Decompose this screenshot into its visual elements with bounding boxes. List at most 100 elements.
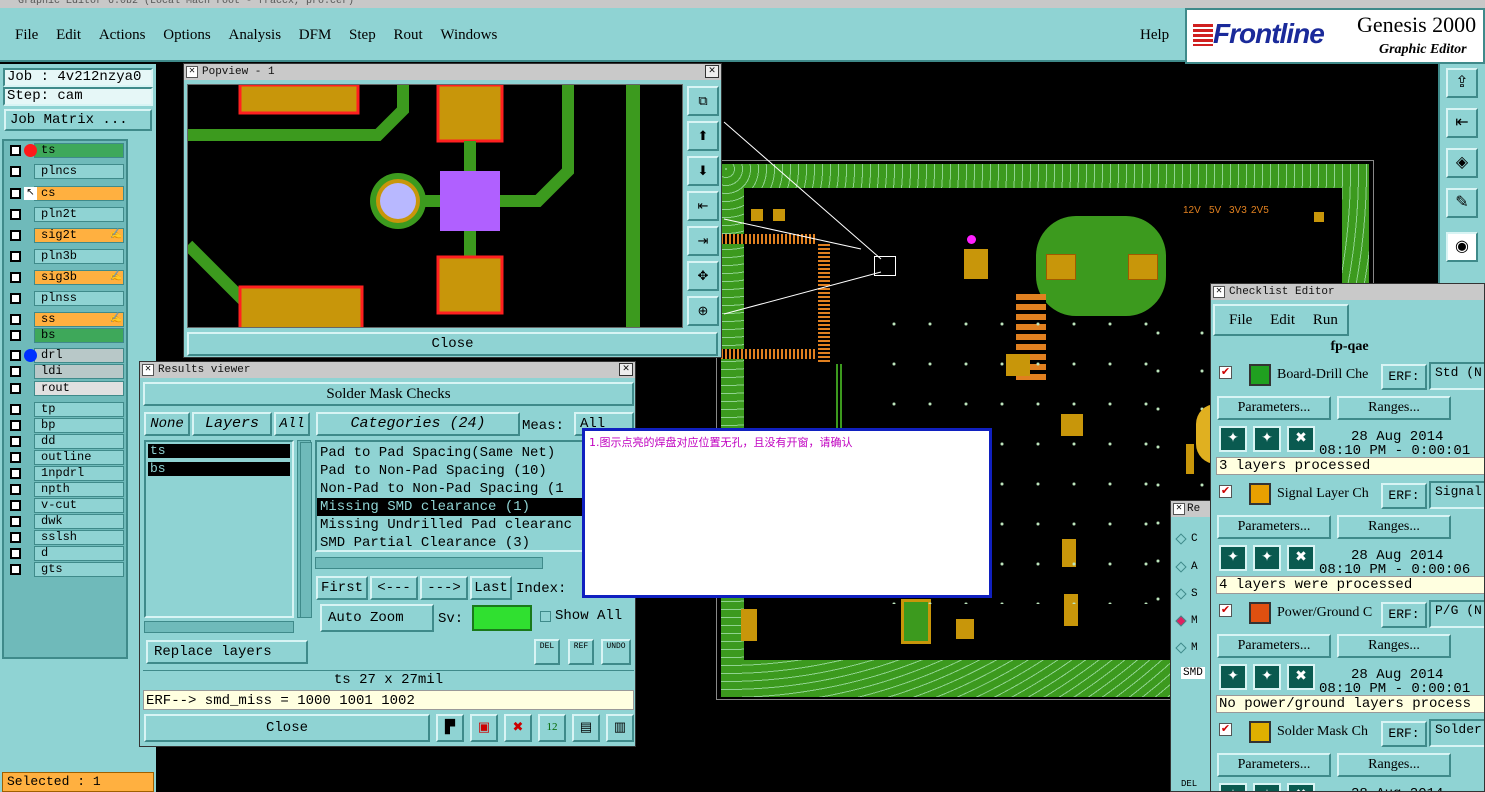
menu-options[interactable]: Options [163, 27, 211, 44]
layer-row-v-cut[interactable]: v-cut [6, 498, 124, 513]
layer-checkbox[interactable] [10, 436, 21, 447]
report-item-c[interactable]: C [1191, 533, 1198, 545]
zoom-home-icon[interactable]: ⇪ [1446, 68, 1478, 98]
layer-checkbox[interactable] [10, 516, 21, 527]
layer-row-dd[interactable]: dd [6, 434, 124, 449]
show-all-checkbox[interactable] [540, 611, 551, 622]
layer-name[interactable]: ts [34, 143, 124, 158]
layers-button[interactable]: Layers [192, 412, 272, 436]
menu-file[interactable]: File [15, 27, 38, 44]
layer-name[interactable]: pln2t [34, 207, 124, 222]
popview-down-icon[interactable]: ⬇ [687, 156, 719, 186]
run-stop-icon[interactable]: ✖ [1287, 783, 1315, 791]
layer-row-bp[interactable]: bp [6, 418, 124, 433]
layer-name[interactable]: tp [34, 402, 124, 417]
run-step-icon[interactable]: ✦ [1253, 783, 1281, 791]
next-button[interactable]: ---> [420, 576, 468, 600]
menu-actions[interactable]: Actions [99, 27, 146, 44]
checklist-menu-edit[interactable]: Edit [1270, 312, 1295, 328]
layer-checkbox[interactable] [10, 145, 21, 156]
category-item[interactable]: SMD Partial Clearance (3) [317, 534, 593, 550]
layer-row-sslsh[interactable]: sslsh [6, 530, 124, 545]
layer-row-plnss[interactable]: plnss [6, 291, 124, 306]
run-stop-icon[interactable]: ✖ [1287, 426, 1315, 452]
layer-row-outline[interactable]: outline [6, 450, 124, 465]
popview-left-icon[interactable]: ⇤ [687, 191, 719, 221]
popview-fit-icon[interactable]: ⊕ [687, 296, 719, 326]
report-radio-3[interactable] [1175, 588, 1187, 600]
category-list[interactable]: Pad to Pad Spacing(Same Net) Pad to Non-P… [315, 440, 595, 552]
category-hscroll[interactable] [315, 557, 543, 569]
layer-checkbox[interactable] [10, 251, 21, 262]
layer-row-ss[interactable]: ss ✍ [6, 312, 124, 327]
menu-step[interactable]: Step [349, 27, 376, 44]
first-button[interactable]: First [316, 576, 368, 600]
popview-up-icon[interactable]: ⬆ [687, 121, 719, 151]
del-button[interactable]: DEL [534, 639, 560, 665]
layer-name[interactable]: v-cut [34, 498, 124, 513]
erf-value[interactable]: P/G (N [1429, 600, 1484, 628]
layer-row-pln2t[interactable]: pln2t [6, 207, 124, 222]
menu-dfm[interactable]: DFM [299, 27, 332, 44]
layer-row-bs[interactable]: bs [6, 328, 124, 343]
layer-name[interactable]: outline [34, 450, 124, 465]
parameters-button[interactable]: Parameters... [1217, 515, 1331, 539]
popview-expand-icon[interactable]: ⧉ [687, 86, 719, 116]
replace-layers-select[interactable]: Replace layers [146, 640, 308, 664]
report-radio-1[interactable] [1175, 533, 1187, 545]
layer-checkbox[interactable] [10, 452, 21, 463]
check-enabled-icon[interactable]: ✔ [1219, 366, 1232, 379]
layer-checkbox[interactable] [10, 330, 21, 341]
window-menu-icon[interactable]: ✕ [1213, 286, 1225, 298]
layer-checkbox[interactable] [10, 500, 21, 511]
layer-checkbox[interactable] [10, 366, 21, 377]
layer-checkbox[interactable] [10, 564, 21, 575]
layer-checkbox[interactable] [10, 420, 21, 431]
twelve-icon[interactable]: 12 [538, 714, 566, 742]
checklist-menu-run[interactable]: Run [1313, 312, 1338, 328]
checklist-menu-file[interactable]: File [1229, 312, 1252, 328]
layer-row-pln3b[interactable]: pln3b [6, 249, 124, 264]
sv-color-select[interactable] [472, 605, 532, 631]
ranges-button[interactable]: Ranges... [1337, 396, 1451, 420]
layer-checkbox[interactable] [10, 468, 21, 479]
window-menu-icon[interactable]: ✕ [142, 364, 154, 376]
layer-checkbox[interactable] [10, 188, 21, 199]
layer-row-gts[interactable]: gts [6, 562, 124, 577]
fit-screen-icon[interactable]: ◈ [1446, 148, 1478, 178]
layer-name[interactable]: cs [34, 186, 124, 201]
menu-analysis[interactable]: Analysis [229, 27, 282, 44]
auto-zoom-select[interactable]: Auto Zoom [320, 604, 434, 632]
window-menu-icon[interactable]: ✕ [1173, 503, 1185, 515]
check-enabled-icon[interactable]: ✔ [1219, 604, 1232, 617]
layer-row-tp[interactable]: tp [6, 402, 124, 417]
menu-windows[interactable]: Windows [440, 27, 497, 44]
layer-checkbox[interactable] [10, 230, 21, 241]
layer-name[interactable]: dwk [34, 514, 124, 529]
menu-help[interactable]: Help [1140, 27, 1169, 44]
run-check-icon[interactable]: ✦ [1219, 664, 1247, 690]
run-check-icon[interactable]: ✦ [1219, 545, 1247, 571]
report-icon[interactable]: ▤ [572, 714, 600, 742]
report-del[interactable]: DEL [1181, 779, 1197, 789]
layer-row-1npdrl[interactable]: 1npdrl [6, 466, 124, 481]
layer-name[interactable]: d [34, 546, 124, 561]
job-matrix-button[interactable]: Job Matrix ... [4, 109, 152, 131]
none-button[interactable]: None [144, 412, 190, 436]
popview-close-icon[interactable]: ✕ [705, 65, 719, 78]
layer-row-plncs[interactable]: plncs [6, 164, 124, 179]
categories-button[interactable]: Categories (24) [316, 412, 520, 436]
run-step-icon[interactable]: ✦ [1253, 426, 1281, 452]
layer-name[interactable]: drl [34, 348, 124, 363]
prev-button[interactable]: <--- [370, 576, 418, 600]
ranges-button[interactable]: Ranges... [1337, 753, 1451, 777]
results-close-icon[interactable]: ✕ [619, 363, 633, 376]
layer-name[interactable]: sslsh [34, 530, 124, 545]
layer-row-dwk[interactable]: dwk [6, 514, 124, 529]
report-item-a[interactable]: A [1191, 561, 1198, 573]
parameters-button[interactable]: Parameters... [1217, 753, 1331, 777]
run-step-icon[interactable]: ✦ [1253, 664, 1281, 690]
window-menu-icon[interactable]: ✕ [186, 66, 198, 78]
layer-name[interactable]: rout [34, 381, 124, 396]
category-item[interactable]: Missing SMD clearance (1) [317, 498, 593, 516]
